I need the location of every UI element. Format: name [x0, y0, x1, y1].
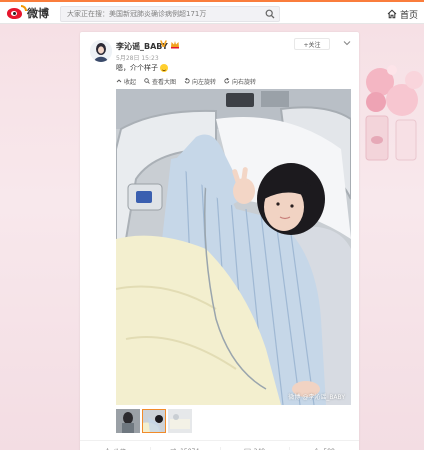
weibo-eye-icon: [6, 5, 27, 20]
follow-button[interactable]: +关注: [294, 38, 330, 50]
home-link[interactable]: 首页: [387, 6, 418, 22]
rotate-left-button[interactable]: 向左旋转: [184, 76, 216, 86]
zoom-icon: [144, 78, 150, 84]
post-photo[interactable]: 微博 @李沁谣_BABY: [116, 89, 351, 405]
search-input[interactable]: 大家正在搜：美国新冠肺炎确诊病例超171万: [67, 8, 206, 21]
weibo-logo[interactable]: 微博: [6, 4, 49, 22]
search-icon[interactable]: [265, 9, 275, 19]
home-label: 首页: [399, 10, 418, 21]
home-icon: [387, 9, 397, 19]
avatar[interactable]: [90, 40, 112, 62]
top-navigation-bar: 微博 大家正在搜：美国新冠肺炎确诊病例超171万 首页: [0, 0, 424, 24]
collapse-label: 收起: [124, 78, 137, 86]
rotate-left-label: 向左旋转: [192, 78, 217, 86]
rotate-right-label: 向右旋转: [232, 78, 257, 86]
post-text-content: 嗯，介个样子: [116, 64, 158, 72]
thumbnail-strip: [116, 409, 192, 433]
like-button[interactable]: 598: [289, 441, 359, 450]
search-box[interactable]: 大家正在搜：美国新冠肺炎确诊病例超171万: [60, 6, 280, 22]
collapse-button[interactable]: 收起: [116, 76, 136, 86]
thumbnail-1[interactable]: [116, 409, 140, 433]
thumbnail-3[interactable]: [168, 409, 192, 433]
view-large-label: 查看大图: [152, 78, 177, 86]
rotate-right-icon: [224, 78, 230, 84]
rotate-left-icon: [184, 78, 190, 84]
collapse-icon: [116, 79, 122, 83]
post-text: 嗯，介个样子: [116, 63, 168, 73]
collect-button[interactable]: 收藏: [80, 441, 150, 450]
post-actions-bar: 收藏 15074 249 598: [80, 440, 359, 450]
weibo-post-card: 李沁谣_BABY V 5月28日 15:23 +关注 嗯，介个样子 收起 查看大…: [80, 32, 359, 450]
logo-text: 微博: [27, 7, 49, 20]
thumbnail-2-selected[interactable]: [142, 409, 166, 433]
background-flowers-decoration: [365, 65, 423, 161]
view-large-button[interactable]: 查看大图: [144, 76, 176, 86]
chevron-down-icon[interactable]: [342, 38, 352, 48]
rotate-right-button[interactable]: 向右旋转: [224, 76, 256, 86]
media-toolbar: 收起 查看大图 向左旋转 向右旋转: [116, 76, 256, 86]
comment-button[interactable]: 249: [219, 441, 290, 450]
hospital-bed-photo: [116, 89, 351, 405]
verified-badge: V: [160, 40, 167, 50]
post-time[interactable]: 5月28日 15:23: [116, 53, 159, 62]
smile-emoji-icon: [160, 64, 168, 72]
photo-watermark: 微博 @李沁谣_BABY: [288, 394, 345, 401]
member-crown-icon: [171, 41, 179, 49]
repost-button[interactable]: 15074: [149, 441, 220, 450]
